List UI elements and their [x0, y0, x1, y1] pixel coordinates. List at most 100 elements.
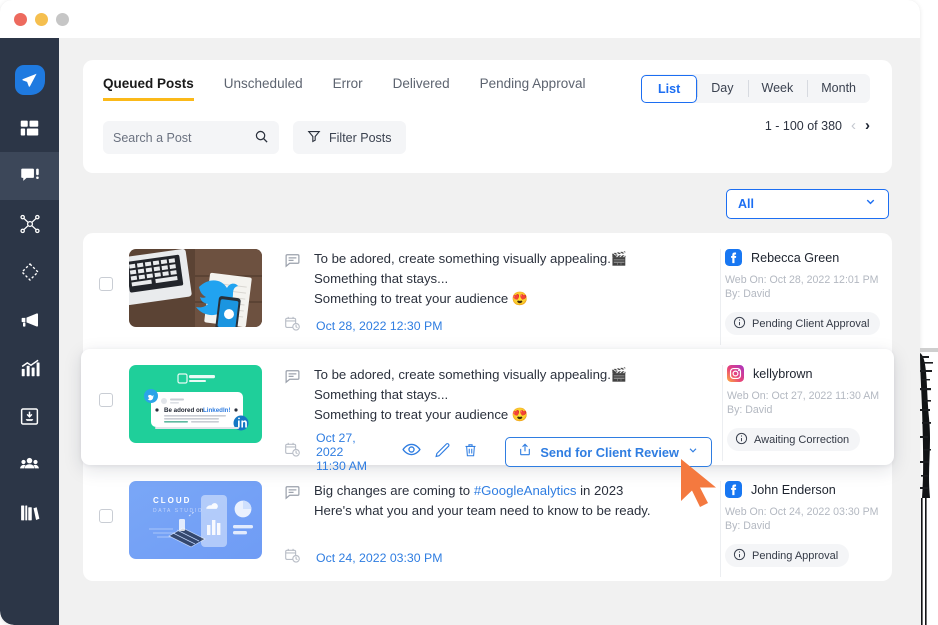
sidebar-item-campaigns[interactable]: [0, 296, 59, 344]
search-input[interactable]: [113, 131, 253, 145]
post-thumbnail[interactable]: Be adored on LinkedIn!: [129, 365, 262, 443]
pagination: 1 - 100 of 380 ‹ ›: [765, 118, 870, 133]
search-icon[interactable]: [254, 129, 269, 149]
paper-plane-icon: [15, 65, 45, 95]
post-web-on: Web On: Oct 27, 2022 11:30 AM By: David: [727, 389, 886, 417]
post-body: To be adored, create something visually …: [262, 365, 722, 473]
tab-label: Delivered: [393, 76, 450, 91]
chevron-down-icon: [864, 195, 877, 213]
table-row[interactable]: CLOUD DATA STUDIO: [83, 465, 892, 581]
sidebar-item-dashboard[interactable]: [0, 104, 59, 152]
row-checkbox-cell: [83, 481, 129, 523]
filter-posts-button[interactable]: Filter Posts: [293, 121, 406, 154]
row-checkbox[interactable]: [99, 393, 113, 407]
view-week[interactable]: Week: [748, 74, 808, 103]
post-meta: Oct 28, 2022 12:30 PM: [284, 315, 710, 337]
window-close-button[interactable]: [14, 13, 27, 26]
post-text-line: Here's what you and your team need to kn…: [314, 501, 651, 521]
post-text: To be adored, create something visually …: [314, 249, 627, 309]
post-meta: Oct 24, 2022 03:30 PM: [284, 547, 710, 569]
post-thumbnail[interactable]: CLOUD DATA STUDIO: [129, 481, 262, 559]
posted-by-text: By: David: [725, 519, 884, 533]
sidebar: [0, 38, 59, 625]
tab-pending-approval[interactable]: Pending Approval: [480, 76, 586, 98]
search-box[interactable]: [103, 121, 279, 154]
view-list[interactable]: List: [641, 75, 697, 103]
chevron-down-icon[interactable]: [687, 443, 699, 461]
post-account-panel: John Enderson Web On: Oct 24, 2022 03:30…: [720, 481, 892, 577]
funnel-icon: [307, 129, 321, 146]
tab-error[interactable]: Error: [333, 76, 363, 98]
account-row: John Enderson: [725, 481, 884, 498]
status-label: Awaiting Correction: [754, 434, 849, 446]
inbox-download-icon: [19, 406, 40, 427]
row-checkbox[interactable]: [99, 277, 113, 291]
eye-icon[interactable]: [402, 442, 421, 462]
people-group-icon: [18, 454, 41, 474]
tab-delivered[interactable]: Delivered: [393, 76, 450, 98]
row-action-buttons: [402, 442, 478, 463]
pagination-next-icon[interactable]: ›: [865, 118, 870, 133]
post-thumbnail[interactable]: [129, 249, 262, 327]
comment-bubble-icon: [284, 365, 301, 425]
comment-bubble-icon: [284, 481, 301, 521]
svg-text:LinkedIn!: LinkedIn!: [203, 407, 231, 414]
table-row[interactable]: Be adored on LinkedIn!: [81, 349, 894, 465]
view-switcher: List Day Week Month: [641, 74, 870, 103]
sidebar-item-engagement[interactable]: [0, 200, 59, 248]
post-account-panel: kellybrown Web On: Oct 27, 2022 11:30 AM…: [722, 365, 894, 461]
filter-select-row: All: [83, 189, 892, 219]
table-row[interactable]: To be adored, create something visually …: [83, 233, 892, 349]
post-text-line: Big changes are coming to #GoogleAnalyti…: [314, 481, 651, 501]
post-text: To be adored, create something visually …: [314, 365, 627, 425]
pencil-icon[interactable]: [434, 442, 450, 463]
view-label: Week: [762, 81, 794, 95]
sidebar-item-library[interactable]: [0, 488, 59, 536]
web-on-text: Web On: Oct 27, 2022 11:30 AM: [727, 389, 886, 403]
row-checkbox-cell: [83, 365, 129, 407]
status-badge: Awaiting Correction: [727, 428, 860, 451]
pagination-range: 1 - 100 of 380: [765, 119, 842, 133]
main-content: Queued Posts Unscheduled Error Delivered…: [59, 38, 920, 625]
window-zoom-button[interactable]: [56, 13, 69, 26]
grid-dashboard-icon: [19, 118, 40, 139]
post-text-line: Something to treat your audience 😍: [314, 289, 627, 309]
sidebar-item-inbox[interactable]: [0, 392, 59, 440]
sidebar-item-publishing[interactable]: [0, 152, 59, 200]
status-label: Pending Approval: [752, 550, 838, 562]
web-on-text: Web On: Oct 24, 2022 03:30 PM: [725, 505, 884, 519]
row-checkbox[interactable]: [99, 509, 113, 523]
view-day[interactable]: Day: [697, 74, 747, 103]
post-text-line: To be adored, create something visually …: [314, 249, 627, 269]
view-label: List: [658, 82, 680, 96]
view-label: Day: [711, 81, 733, 95]
sidebar-item-listening[interactable]: [0, 248, 59, 296]
tab-unscheduled[interactable]: Unscheduled: [224, 76, 303, 98]
send-for-client-review-label: Send for Client Review: [540, 445, 679, 460]
send-for-client-review-button[interactable]: Send for Client Review: [505, 437, 712, 467]
pagination-prev-icon[interactable]: ‹: [851, 118, 856, 133]
account-name: kellybrown: [753, 367, 813, 381]
tab-queued-posts[interactable]: Queued Posts: [103, 76, 194, 101]
account-filter-value: All: [738, 197, 754, 211]
info-icon: [733, 316, 746, 332]
account-row: Rebecca Green: [725, 249, 884, 266]
tab-label: Queued Posts: [103, 76, 194, 91]
post-schedule-date[interactable]: Oct 28, 2022 12:30 PM: [314, 319, 442, 333]
account-filter-select[interactable]: All: [726, 189, 889, 219]
sidebar-item-team[interactable]: [0, 440, 59, 488]
network-nodes-icon: [19, 213, 41, 235]
window-minimize-button[interactable]: [35, 13, 48, 26]
trash-icon[interactable]: [463, 442, 478, 463]
post-schedule-date[interactable]: Oct 24, 2022 03:30 PM: [314, 551, 442, 565]
post-web-on: Web On: Oct 24, 2022 03:30 PM By: David: [725, 505, 884, 533]
hashtag-link[interactable]: #GoogleAnalytics: [474, 483, 577, 498]
edge-texture-artifact: [920, 348, 938, 625]
view-month[interactable]: Month: [807, 74, 870, 103]
facebook-icon: [725, 481, 742, 498]
account-name: Rebecca Green: [751, 251, 839, 265]
post-schedule-date[interactable]: Oct 27, 2022 11:30 AM: [314, 431, 375, 473]
svg-text:DATA STUDIO: DATA STUDIO: [153, 508, 203, 514]
sidebar-item-analytics[interactable]: [0, 344, 59, 392]
sidebar-item-logo[interactable]: [0, 56, 59, 104]
